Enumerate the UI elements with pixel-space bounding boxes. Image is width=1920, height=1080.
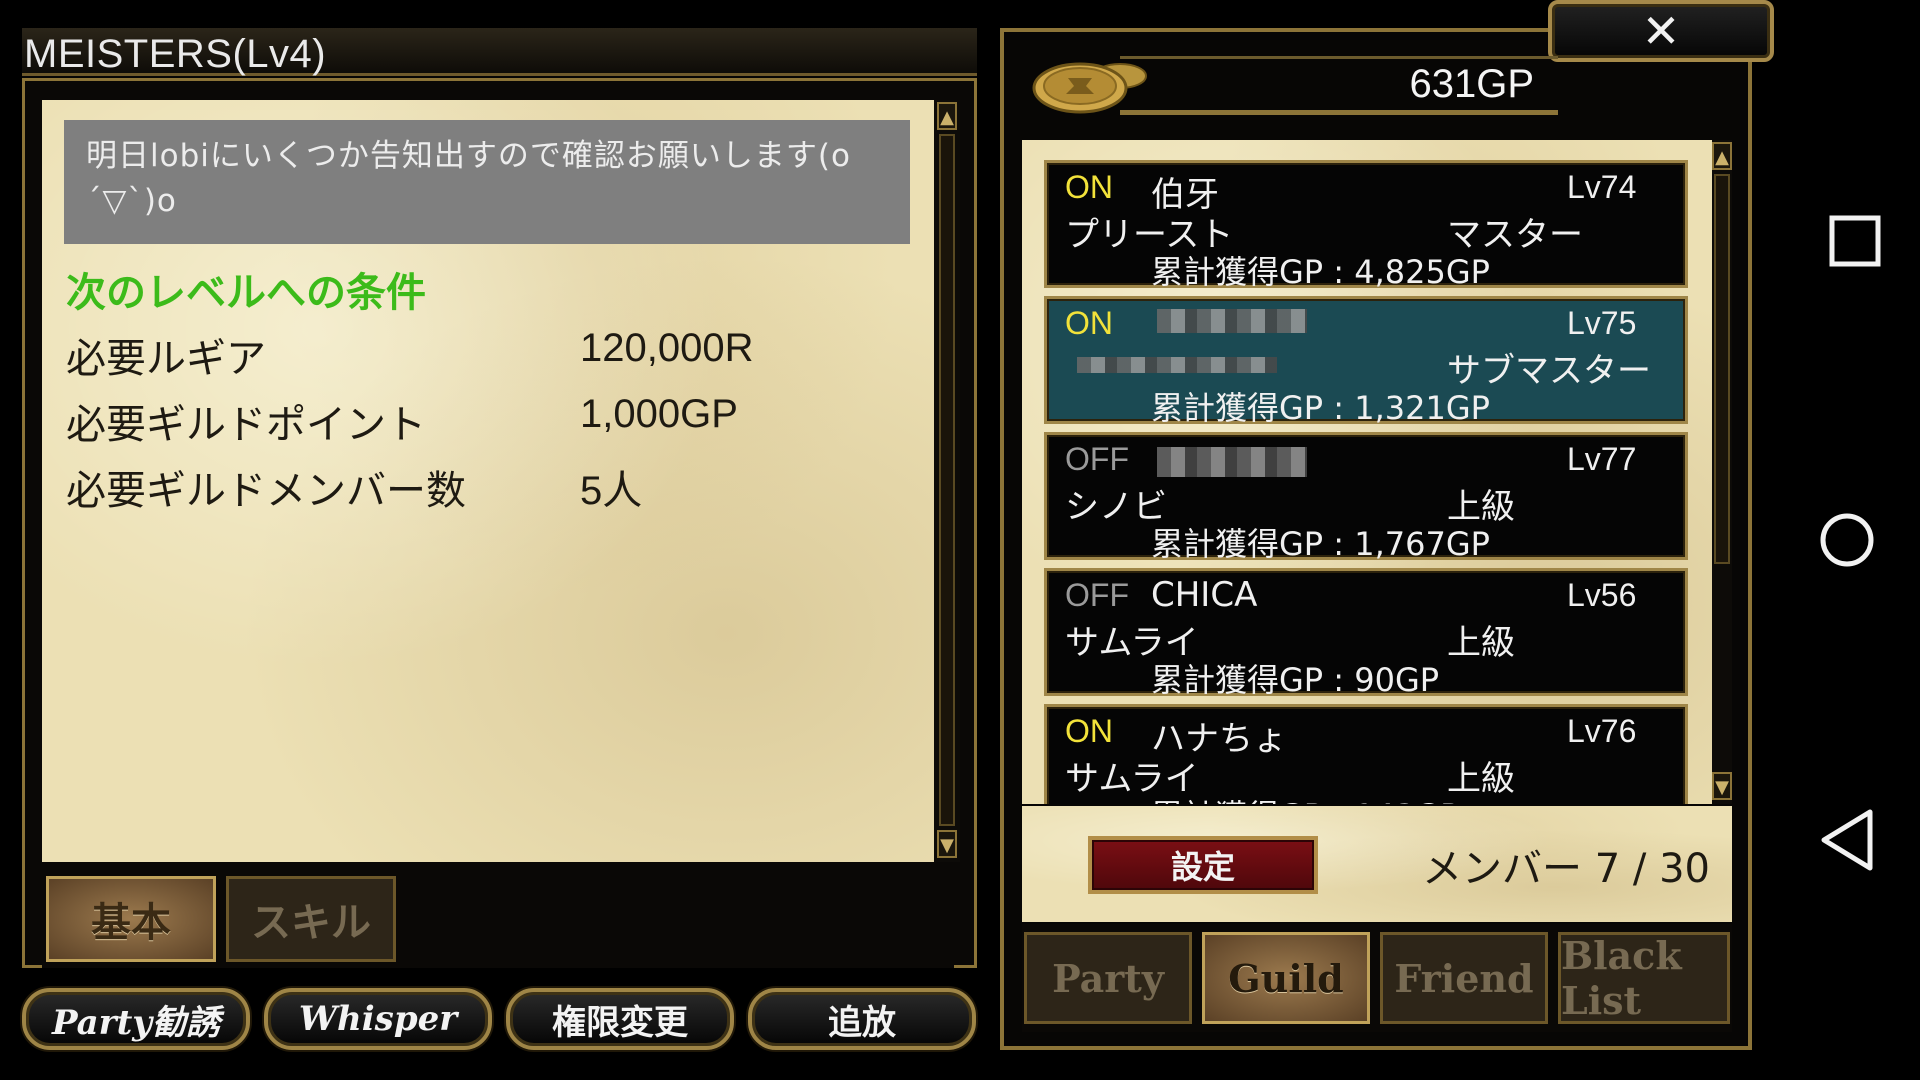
guild-info-scrollbar[interactable]: ▲ ▼ (934, 100, 960, 862)
guild-points-display: 631GP (1024, 52, 1558, 118)
member-name: CHICA (1151, 575, 1258, 615)
requirement-label: 必要ルギア (66, 336, 266, 382)
redacted-class-mosaic (1077, 357, 1277, 373)
scroll-up-arrow-icon[interactable]: ▲ (937, 102, 957, 130)
android-navigation-bar (1790, 0, 1920, 1080)
expel-button[interactable]: 追放 (748, 988, 976, 1050)
close-button[interactable]: ✕ (1548, 0, 1774, 62)
requirement-label: 必要ギルドメンバー数 (66, 468, 466, 514)
gp-underline (1120, 110, 1558, 115)
party-invite-button[interactable]: Party勧誘 (22, 988, 250, 1050)
guild-title-bar: MEISTERS(Lv4) (22, 28, 977, 76)
guild-info-tabbar: 基本 スキル (42, 868, 954, 968)
requirement-value: 1,000GP (580, 392, 738, 436)
member-level: Lv77 (1567, 441, 1637, 477)
whisper-button[interactable]: Whisper (264, 988, 492, 1050)
guild-info-panel: MEISTERS(Lv4) 明日lobiにいくつか告知出すので確認お願いします(… (22, 28, 977, 968)
member-status: ON (1065, 305, 1113, 341)
tab-basic[interactable]: 基本 (46, 876, 216, 962)
scroll-thumb[interactable] (939, 134, 955, 826)
member-list-area: ON 伯牙 Lv74 プリースト マスター 累計獲得GP : 4,825GP O… (1022, 140, 1732, 804)
guild-message-text: 明日lobiにいくつか告知出すので確認お願いします(o´▽`)o (86, 138, 851, 219)
member-card[interactable]: OFF Lv77 シノビ 上級 累計獲得GP : 1,767GP (1044, 432, 1688, 563)
member-list-scrollbar[interactable]: ▲ ▼ (1712, 140, 1732, 804)
guild-message-box: 明日lobiにいくつか告知出すので確認お願いします(o´▽`)o (64, 120, 910, 244)
requirement-row: 必要ギルドメンバー数 5人 (66, 458, 906, 514)
guild-name-title: MEISTERS(Lv4) (24, 32, 327, 76)
member-list: ON 伯牙 Lv74 プリースト マスター 累計獲得GP : 4,825GP O… (1022, 140, 1712, 804)
requirement-row: 必要ギルドポイント 1,000GP (66, 392, 906, 448)
tab-guild[interactable]: Guild (1202, 932, 1370, 1024)
back-button[interactable] (1790, 780, 1920, 900)
member-status: ON (1065, 713, 1113, 749)
tab-black-list[interactable]: Black List (1558, 932, 1730, 1024)
member-level: Lv74 (1567, 169, 1637, 205)
settings-button[interactable]: 設定 (1088, 836, 1318, 894)
home-icon (1820, 513, 1874, 567)
tab-friend[interactable]: Friend (1380, 932, 1548, 1024)
requirement-value: 120,000R (580, 326, 754, 370)
member-total-gp: 累計獲得GP : 143GP (1151, 791, 1459, 804)
requirement-value: 5人 (580, 469, 643, 513)
home-button[interactable] (1790, 480, 1920, 600)
redacted-name-mosaic (1157, 447, 1307, 477)
next-level-heading: 次のレベルへの条件 (66, 270, 426, 316)
tab-skill[interactable]: スキル (226, 876, 396, 962)
requirement-row: 必要ルギア 120,000R (66, 326, 906, 382)
change-permission-button[interactable]: 権限変更 (506, 988, 734, 1050)
redacted-name-mosaic (1157, 309, 1307, 333)
recent-apps-button[interactable] (1790, 180, 1920, 300)
guild-points-total: 631GP (1409, 62, 1534, 106)
member-total-gp: 累計獲得GP : 4,825GP (1151, 253, 1490, 291)
member-level: Lv75 (1567, 305, 1637, 341)
scroll-down-arrow-icon[interactable]: ▼ (1712, 772, 1732, 800)
member-status: OFF (1065, 441, 1129, 477)
member-level: Lv56 (1567, 577, 1637, 613)
tab-party[interactable]: Party (1024, 932, 1192, 1024)
social-tabbar: Party Guild Friend Black List (1022, 924, 1732, 1032)
member-status: OFF (1065, 577, 1129, 613)
member-list-footer: 設定 メンバー 7 / 30 (1022, 806, 1732, 922)
member-count: メンバー 7 / 30 (1422, 846, 1710, 892)
member-total-gp: 累計獲得GP : 90GP (1151, 661, 1440, 699)
member-total-gp: 累計獲得GP : 1,767GP (1151, 525, 1490, 563)
member-card[interactable]: ON Lv75 サブマスター 累計獲得GP : 1,321GP (1044, 296, 1688, 427)
member-status: ON (1065, 169, 1113, 205)
member-total-gp: 累計獲得GP : 1,321GP (1151, 389, 1490, 427)
member-rank: 上級 (1447, 623, 1515, 663)
scroll-thumb[interactable] (1714, 174, 1730, 564)
member-card[interactable]: ON 伯牙 Lv74 プリースト マスター 累計獲得GP : 4,825GP (1044, 160, 1688, 291)
coin-icon (1032, 62, 1147, 114)
member-card[interactable]: ON ハナちょ Lv76 サムライ 上級 累計獲得GP : 143GP (1044, 704, 1688, 804)
recent-apps-icon (1829, 215, 1881, 267)
guild-info-content: 明日lobiにいくつか告知出すので確認お願いします(o´▽`)o 次のレベルへの… (42, 100, 954, 862)
requirement-label: 必要ギルドポイント (66, 402, 426, 448)
scroll-down-arrow-icon[interactable]: ▼ (937, 830, 957, 858)
close-icon: ✕ (1641, 4, 1681, 58)
member-level: Lv76 (1567, 713, 1637, 749)
scroll-up-arrow-icon[interactable]: ▲ (1712, 142, 1732, 170)
back-icon (1821, 809, 1873, 871)
member-card[interactable]: OFF CHICA Lv56 サムライ 上級 累計獲得GP : 90GP (1044, 568, 1688, 699)
gp-top-line (1120, 56, 1558, 59)
